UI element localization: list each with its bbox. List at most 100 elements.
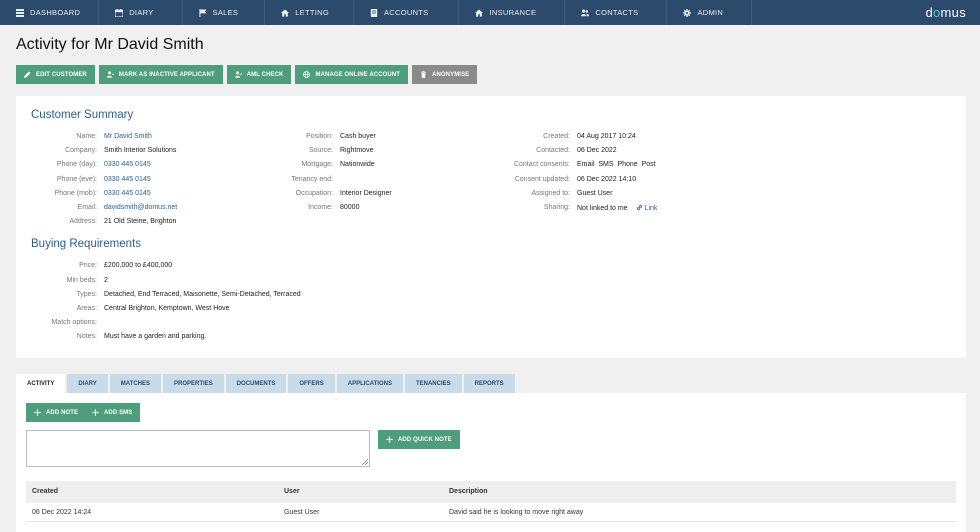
plus-icon xyxy=(386,436,393,443)
types-value: Detached, End Terraced, Maisonette, Semi… xyxy=(104,291,301,298)
button-label: MANAGE ONLINE ACCOUNT xyxy=(315,71,401,78)
phone-mob-value[interactable]: 0330 445 0145 xyxy=(104,190,151,197)
name-label: Name: xyxy=(76,133,97,140)
edit-icon xyxy=(24,71,31,78)
mortgage-value: Nationwide xyxy=(340,161,375,168)
nav-label: LETTING xyxy=(295,8,329,17)
customer-summary-title: Customer Summary xyxy=(31,109,134,121)
plus-icon xyxy=(34,409,41,416)
areas-value: Central Brighton, Kemptown, West Hove xyxy=(104,305,230,312)
nav-dashboard[interactable]: DASHBOARD xyxy=(0,0,100,25)
row-user: Guest User xyxy=(284,509,320,516)
activity-table-header: Created User Description xyxy=(26,481,956,503)
buying-requirements-title: Buying Requirements xyxy=(31,238,141,250)
column-description[interactable]: Description xyxy=(449,488,488,495)
tab-properties[interactable]: PROPERTIES xyxy=(163,374,224,393)
calendar-icon xyxy=(115,8,124,17)
share-link[interactable]: Link xyxy=(636,204,658,212)
tab-diary[interactable]: DIARY xyxy=(67,374,108,393)
flag-icon xyxy=(198,8,207,17)
notes-value: Must have a garden and parking. xyxy=(104,333,207,340)
position-value: Cash buyer xyxy=(340,133,376,140)
top-nav: DASHBOARD DIARY SALES LETTING ACCOUNTS I… xyxy=(0,0,980,25)
nav-contacts[interactable]: CONTACTS xyxy=(565,0,668,25)
customer-actions: EDIT CUSTOMER MARK AS INACTIVE APPLICANT… xyxy=(16,65,478,84)
phone-day-value[interactable]: 0330 445 0145 xyxy=(104,161,151,168)
address-label: Address: xyxy=(69,218,97,225)
button-label: ADD NOTE xyxy=(46,409,79,416)
column-user[interactable]: User xyxy=(284,488,300,495)
address-value: 21 Old Steine, Brighton xyxy=(104,218,177,225)
home-icon xyxy=(281,8,290,17)
aml-check-button[interactable]: AML CHECK xyxy=(226,65,292,84)
tab-matches[interactable]: MATCHES xyxy=(109,374,162,393)
source-value: Rightmove xyxy=(340,147,374,154)
logo-text-o: o xyxy=(933,5,941,20)
add-sms-button[interactable]: ADD SMS xyxy=(84,403,141,422)
anonymise-button[interactable]: ANONYMISE xyxy=(412,65,478,84)
assigned-to-value: Guest User xyxy=(577,190,613,197)
nav-label: SALES xyxy=(212,8,239,17)
income-value: 80000 xyxy=(340,204,360,211)
nav-label: ADMIN xyxy=(697,8,724,17)
gear-icon xyxy=(683,8,692,17)
consent-updated-value: 06 Dec 2022 14:10 xyxy=(577,176,637,183)
email-value[interactable]: davidsmith@domus.net xyxy=(104,204,177,211)
column-created[interactable]: Created xyxy=(32,488,58,495)
quick-note-textarea[interactable] xyxy=(26,430,370,467)
dashboard-icon xyxy=(16,8,24,17)
ledger-icon xyxy=(370,8,378,17)
logo-text: d xyxy=(925,5,933,20)
created-value: 04 Aug 2017 10:24 xyxy=(577,133,636,140)
contacted-label: Contacted: xyxy=(536,147,570,154)
add-quick-note-button[interactable]: ADD QUICK NOTE xyxy=(378,430,460,449)
add-note-button[interactable]: ADD NOTE xyxy=(26,403,87,422)
position-label: Position: xyxy=(306,133,333,140)
link-icon xyxy=(636,204,642,211)
sharing-label: Sharing: xyxy=(543,204,570,211)
row-description: David said he is looking to move right a… xyxy=(449,509,584,516)
contact-consents-label: Contact consents: xyxy=(513,161,570,168)
nav-label: DASHBOARD xyxy=(30,8,81,17)
consent-updated-label: Consent updated: xyxy=(514,176,570,183)
occupation-label: Occupation: xyxy=(295,190,333,197)
logo-text-end: mus xyxy=(940,5,966,20)
nav-label: CONTACTS xyxy=(595,8,639,17)
nav-letting[interactable]: LETTING xyxy=(265,0,354,25)
plus-icon xyxy=(92,409,99,416)
nav-label: INSURANCE xyxy=(489,8,537,17)
share-link-label: Link xyxy=(644,205,658,212)
domus-logo[interactable]: domus xyxy=(925,5,966,20)
table-row[interactable]: 06 Dec 2022 14:24 Guest User David said … xyxy=(26,503,956,522)
tab-documents[interactable]: DOCUMENTS xyxy=(225,374,287,393)
nav-accounts[interactable]: ACCOUNTS xyxy=(354,0,460,25)
manage-online-account-button[interactable]: MANAGE ONLINE ACCOUNT xyxy=(295,65,409,84)
name-value[interactable]: Mr David Smith xyxy=(104,133,152,140)
tab-reports[interactable]: REPORTS xyxy=(463,374,515,393)
home-icon xyxy=(475,8,484,17)
mark-inactive-button[interactable]: MARK AS INACTIVE APPLICANT xyxy=(98,65,223,84)
globe-icon xyxy=(303,71,311,78)
nav-diary[interactable]: DIARY xyxy=(99,0,183,25)
tab-applications[interactable]: APPLICATIONS xyxy=(336,374,403,393)
user-check-icon xyxy=(234,71,242,78)
phone-eve-value[interactable]: 0330 445 0145 xyxy=(104,176,151,183)
company-value: Smith Interior Solutions xyxy=(104,147,177,154)
min-beds-label: Min beds: xyxy=(66,277,97,284)
customer-summary-card: Customer Summary Name: Mr David Smith Co… xyxy=(16,96,966,358)
price-label: Price: xyxy=(79,262,97,269)
nav-insurance[interactable]: INSURANCE xyxy=(459,0,566,25)
resize-handle-icon[interactable] xyxy=(362,459,368,465)
row-created: 06 Dec 2022 14:24 xyxy=(32,509,92,516)
sharing-status: Not linked to me xyxy=(577,205,628,212)
tab-activity[interactable]: ACTIVITY xyxy=(16,374,66,393)
income-label: Income: xyxy=(308,204,333,211)
tab-tenancies[interactable]: TENANCIES xyxy=(404,374,462,393)
button-label: ADD SMS xyxy=(104,409,133,416)
nav-admin[interactable]: ADMIN xyxy=(667,0,753,25)
tab-offers[interactable]: OFFERS xyxy=(288,374,335,393)
edit-customer-button[interactable]: EDIT CUSTOMER xyxy=(16,65,95,84)
phone-mob-label: Phone (mob): xyxy=(54,190,97,197)
nav-sales[interactable]: SALES xyxy=(183,0,266,25)
activity-tabs: ACTIVITY DIARY MATCHES PROPERTIES DOCUME… xyxy=(16,374,515,393)
